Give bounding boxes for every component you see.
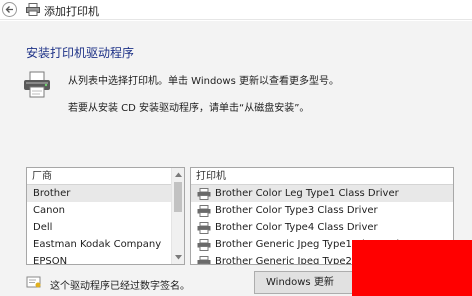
install-disk-text: 若要从安装 CD 安装驱动程序，请单击“从磁盘安装”。 [68, 103, 310, 114]
printer-model-label: Brother Color Leg Type1 Class Driver [215, 188, 399, 199]
windows-update-button[interactable]: Windows 更新 [254, 271, 366, 294]
printer-icon [26, 3, 40, 16]
manufacturer-item[interactable]: Brother [27, 185, 184, 202]
manufacturer-item[interactable]: Dell [27, 219, 184, 236]
window-title: 添加打印机 [44, 5, 99, 18]
printer-model-label: Brother Color Type4 Class Driver [215, 222, 378, 233]
printer-model-item[interactable]: Brother Color Leg Type1 Class Driver [191, 185, 453, 202]
signed-driver-text: 这个驱动程序已经过数字签名。 [50, 281, 190, 292]
printer-header: 打印机 [191, 168, 453, 185]
printer-model-item[interactable]: Brother Color Type3 Class Driver [191, 202, 453, 219]
printer-icon [197, 204, 211, 217]
title-bar: 添加打印机 [0, 0, 472, 20]
manufacturer-header: 厂商 [27, 168, 184, 185]
back-button[interactable] [2, 2, 17, 17]
manufacturer-scrollbar[interactable] [171, 168, 184, 264]
scroll-down-icon[interactable] [172, 251, 184, 264]
printer-large-icon [24, 71, 50, 98]
signed-driver-icon [26, 276, 41, 288]
printer-icon [197, 187, 211, 200]
printer-icon [197, 238, 211, 251]
manufacturer-list[interactable]: 厂商 Brother Canon Dell Eastman Kodak Comp… [26, 167, 185, 265]
manufacturer-item[interactable]: Canon [27, 202, 184, 219]
manufacturer-item[interactable]: Eastman Kodak Company [27, 236, 184, 253]
scrollbar-thumb[interactable] [174, 182, 182, 212]
printer-model-item[interactable]: Brother Color Type4 Class Driver [191, 219, 453, 236]
back-arrow-icon [5, 6, 13, 13]
printer-icon [197, 221, 211, 234]
scroll-up-icon[interactable] [172, 168, 184, 181]
page-heading: 安装打印机驱动程序 [26, 46, 135, 60]
printer-icon [197, 255, 211, 264]
instruction-text: 从列表中选择打印机。单击 Windows 更新以查看更多型号。 [68, 76, 339, 87]
printer-model-label: Brother Color Type3 Class Driver [215, 205, 378, 216]
manufacturer-item[interactable]: EPSON [27, 253, 184, 264]
redaction-block [352, 240, 472, 296]
